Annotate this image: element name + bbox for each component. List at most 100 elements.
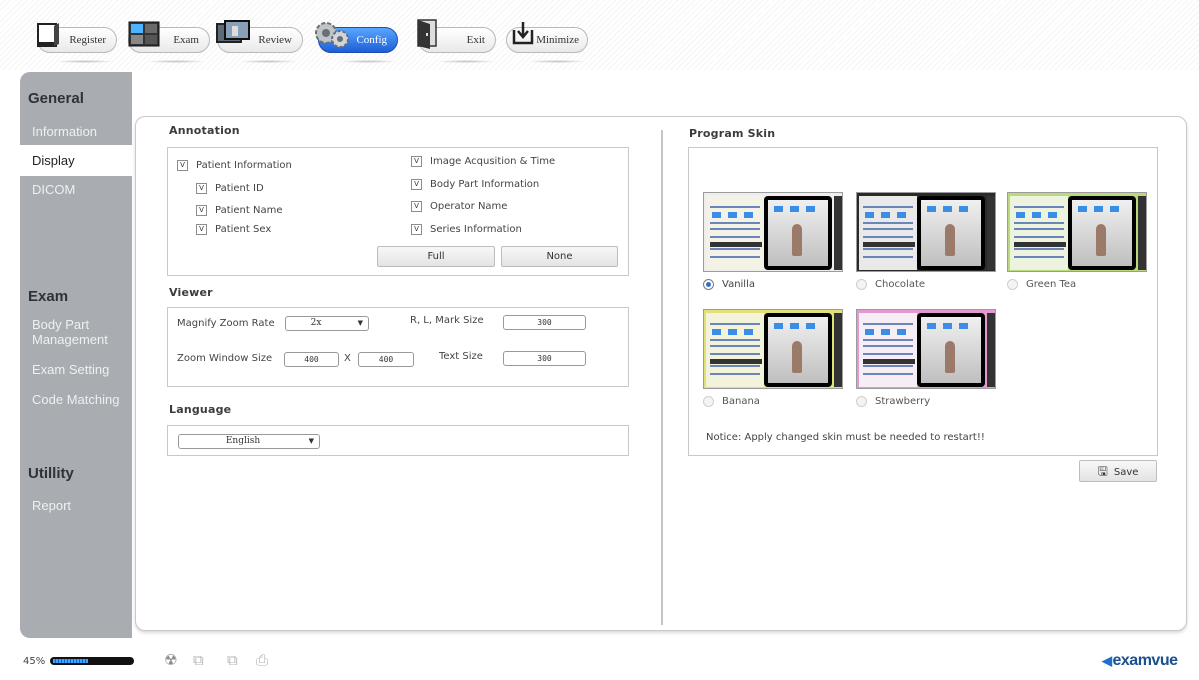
checkbox-label: Operator Name — [430, 201, 508, 212]
skin-preview-button — [927, 206, 936, 212]
zoom-window-width-input[interactable]: 400 — [284, 352, 339, 367]
body-part-information-checkbox[interactable]: V Body Part Information — [411, 179, 539, 190]
skin-preview-button — [774, 323, 783, 329]
skin-thumbnail-chocolate[interactable] — [856, 192, 996, 272]
radiation-icon[interactable]: ☢ — [164, 651, 177, 669]
skin-radio-green-tea[interactable]: Green Tea — [1007, 279, 1076, 290]
checkbox-box[interactable]: V — [196, 205, 207, 216]
skin-preview-row — [863, 222, 913, 224]
skin-preview-block — [744, 329, 753, 335]
skin-radio-strawberry[interactable]: Strawberry — [856, 396, 930, 407]
skin-radio-chocolate[interactable]: Chocolate — [856, 279, 925, 290]
print-icon[interactable]: ⎙ — [256, 651, 268, 669]
checkbox-box[interactable]: V — [196, 183, 207, 194]
skin-preview-bar — [1014, 242, 1066, 247]
checkbox-label: Series Information — [430, 224, 522, 235]
checkbox-box[interactable]: V — [411, 179, 422, 190]
text-size-input[interactable]: 300 — [503, 351, 586, 366]
checkbox-box[interactable]: V — [411, 201, 422, 212]
skin-preview-row — [863, 228, 913, 230]
patient-information-checkbox[interactable]: V Patient Information — [177, 160, 292, 171]
checkbox-label: Patient Name — [215, 205, 283, 216]
exit-door-icon — [417, 19, 437, 49]
sidebar-item-display[interactable]: Display — [20, 145, 138, 176]
layout-alt-icon[interactable]: ⧉ — [227, 651, 238, 669]
program-skin-title: Program Skin — [689, 127, 776, 140]
skin-thumbnail-vanilla[interactable] — [703, 192, 843, 272]
skin-preview-block — [728, 212, 737, 218]
radio-button[interactable] — [1007, 279, 1018, 290]
skin-preview-button — [959, 323, 968, 329]
skin-thumbnail-banana[interactable] — [703, 309, 843, 389]
checkbox-box[interactable]: V — [411, 224, 422, 235]
zoom-window-x-label: X — [344, 353, 351, 364]
skin-preview-row — [710, 248, 760, 250]
radio-button[interactable] — [703, 396, 714, 407]
sidebar-item-dicom[interactable]: DICOM — [32, 182, 75, 197]
review-label: Review — [258, 34, 292, 46]
checkbox-box[interactable]: V — [177, 160, 188, 171]
patient-name-checkbox[interactable]: V Patient Name — [196, 205, 283, 216]
skin-preview-block — [712, 329, 721, 335]
image-acquisition-checkbox[interactable]: V Image Acqusition & Time — [411, 156, 555, 167]
checkbox-box[interactable]: V — [411, 156, 422, 167]
save-icon: 🖫 — [1097, 464, 1108, 478]
operator-name-checkbox[interactable]: V Operator Name — [411, 201, 507, 212]
skin-preview-block — [1032, 212, 1041, 218]
mark-size-input[interactable]: 300 — [503, 315, 586, 330]
none-button[interactable]: None — [501, 246, 618, 267]
skin-preview-block — [897, 212, 906, 218]
sidebar-item-body-part-management[interactable]: Body Part Management — [32, 317, 122, 347]
zoom-window-height-input[interactable]: 400 — [358, 352, 414, 367]
skin-preview-strip — [834, 196, 842, 270]
sidebar-item-code-matching[interactable]: Code Matching — [32, 392, 119, 407]
radio-button[interactable] — [703, 279, 714, 290]
skin-thumbnail-strawberry[interactable] — [856, 309, 996, 389]
patient-id-checkbox[interactable]: V Patient ID — [196, 183, 264, 194]
radio-button[interactable] — [856, 279, 867, 290]
minimize-icon — [512, 22, 534, 45]
skin-radio-banana[interactable]: Banana — [703, 396, 760, 407]
mark-size-label: R, L, Mark Size — [410, 315, 484, 326]
skin-preview-button — [1110, 206, 1119, 212]
sidebar-item-information[interactable]: Information — [32, 124, 97, 139]
skin-preview-button — [774, 206, 783, 212]
skin-preview-image — [768, 200, 828, 266]
language-title: Language — [169, 403, 232, 416]
viewer-title: Viewer — [169, 286, 213, 299]
skin-preview-image — [921, 200, 981, 266]
layout-icon[interactable]: ⧉ — [193, 651, 204, 669]
review-icon — [216, 20, 250, 43]
sidebar-heading-general: General — [28, 90, 84, 107]
skin-preview-row — [1014, 256, 1064, 258]
skin-preview-panel — [706, 313, 764, 387]
annotation-title: Annotation — [169, 124, 240, 137]
patient-sex-checkbox[interactable]: V Patient Sex — [196, 224, 271, 235]
language-select[interactable]: English ▼ — [178, 434, 320, 449]
toolbar-shadow — [338, 60, 398, 63]
config-label: Config — [356, 34, 387, 46]
skin-preview-row — [710, 222, 760, 224]
skin-preview-row — [863, 323, 913, 325]
skin-thumbnail-green-tea[interactable] — [1007, 192, 1147, 272]
toolbar-shadow — [436, 60, 496, 63]
skin-preview-row — [1014, 222, 1064, 224]
sidebar-heading-utility: Utillity — [28, 465, 74, 482]
radio-button[interactable] — [856, 396, 867, 407]
magnify-zoom-rate-select[interactable]: 2x ▼ — [285, 316, 369, 331]
skin-label: Strawberry — [875, 396, 931, 407]
skin-preview-row — [863, 236, 913, 238]
skin-preview-row — [1014, 228, 1064, 230]
skin-preview-button — [790, 323, 799, 329]
skin-preview-panel — [859, 196, 917, 270]
checkbox-box[interactable]: V — [196, 224, 207, 235]
skin-radio-vanilla[interactable]: Vanilla — [703, 279, 755, 290]
skin-label: Vanilla — [722, 279, 755, 290]
series-information-checkbox[interactable]: V Series Information — [411, 224, 522, 235]
save-button[interactable]: 🖫 Save — [1079, 460, 1157, 482]
sidebar-item-exam-setting[interactable]: Exam Setting — [32, 362, 109, 377]
sidebar-item-report[interactable]: Report — [32, 498, 71, 513]
skin-preview-button — [790, 206, 799, 212]
full-button[interactable]: Full — [377, 246, 495, 267]
skin-preview-row — [710, 373, 760, 375]
